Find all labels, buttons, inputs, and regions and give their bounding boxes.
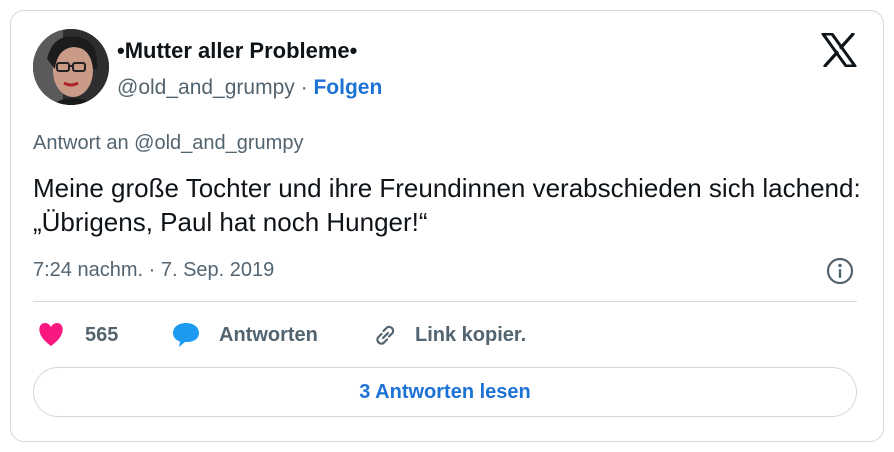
author-handle[interactable]: @old_and_grumpy <box>117 76 295 99</box>
info-icon[interactable] <box>825 256 855 286</box>
divider <box>33 301 857 302</box>
avatar[interactable] <box>33 29 109 105</box>
x-logo-icon[interactable] <box>821 32 857 68</box>
author-display-name[interactable]: •Mutter aller Probleme• <box>117 37 357 65</box>
reply-button[interactable]: Antworten <box>171 319 318 351</box>
speech-bubble-icon <box>171 321 201 349</box>
like-count: 565 <box>85 323 119 346</box>
reply-to-label[interactable]: Antwort an @old_and_grumpy <box>33 129 303 157</box>
copy-link-label: Link kopier. <box>415 323 527 346</box>
author-handle-row: @old_and_grumpy · Folgen <box>117 74 382 102</box>
tweet-card: •Mutter aller Probleme• @old_and_grumpy … <box>10 10 884 442</box>
copy-link-button[interactable]: Link kopier. <box>371 319 526 351</box>
read-replies-button[interactable]: 3 Antworten lesen <box>33 367 857 417</box>
like-button[interactable]: 565 <box>37 319 118 351</box>
tweet-timestamp[interactable]: 7:24 nachm. · 7. Sep. 2019 <box>33 256 274 284</box>
link-icon <box>371 321 399 349</box>
handle-separator: · <box>300 76 308 99</box>
read-replies-label: 3 Antworten lesen <box>359 380 531 403</box>
tweet-text: Meine große Tochter und ihre Freundinnen… <box>33 173 861 237</box>
follow-link[interactable]: Folgen <box>313 76 382 99</box>
heart-icon <box>37 322 65 348</box>
reply-label: Antworten <box>219 323 318 346</box>
